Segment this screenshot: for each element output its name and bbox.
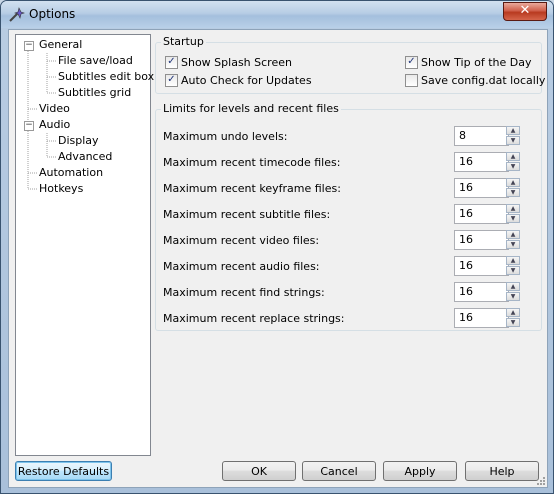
auto-check-updates-label: Auto Check for Updates <box>181 74 312 87</box>
spin-down-arrow-icon[interactable]: ▼ <box>506 188 520 197</box>
limits-group-title: Limits for levels and recent files <box>161 102 341 115</box>
apply-button[interactable]: Apply <box>383 461 457 481</box>
empty-checkbox-icon <box>405 73 418 87</box>
spin-up-arrow-icon[interactable]: ▲ <box>506 230 520 239</box>
show-tip-checkbox[interactable]: ✓ Show Tip of the Day <box>405 55 532 72</box>
spin-down-arrow-icon[interactable]: ▼ <box>506 162 520 171</box>
undo-levels-input[interactable]: 8 <box>454 126 509 146</box>
spin-up-arrow-icon[interactable]: ▲ <box>506 126 520 135</box>
spin-down-arrow-icon[interactable]: ▼ <box>506 266 520 275</box>
checkmark-icon: ✓ <box>405 55 418 69</box>
save-config-locally-checkbox[interactable]: Save config.dat locally <box>405 73 546 90</box>
spin-down-arrow-icon[interactable]: ▼ <box>506 318 520 327</box>
undo-levels-label: Maximum undo levels: <box>163 130 288 143</box>
tree-collapse-audio-icon[interactable]: − <box>24 121 34 131</box>
spin-down-arrow-icon[interactable]: ▼ <box>506 214 520 223</box>
spin-up-arrow-icon[interactable]: ▲ <box>506 308 520 317</box>
recent-audio-label: Maximum recent audio files: <box>163 260 320 273</box>
cancel-button[interactable]: Cancel <box>302 461 376 481</box>
recent-timecode-spinner[interactable]: 16 ▲ ▼ <box>454 152 522 172</box>
tree-item-video[interactable]: Video <box>39 101 70 117</box>
help-button[interactable]: Help <box>465 461 539 481</box>
spin-up-arrow-icon[interactable]: ▲ <box>506 152 520 161</box>
recent-replace-strings-label: Maximum recent replace strings: <box>163 312 345 325</box>
recent-subtitle-spinner[interactable]: 16 ▲ ▼ <box>454 204 522 224</box>
spin-down-arrow-icon[interactable]: ▼ <box>506 292 520 301</box>
ok-button[interactable]: OK <box>222 461 296 481</box>
spin-down-arrow-icon[interactable]: ▼ <box>506 240 520 249</box>
spin-down-arrow-icon[interactable]: ▼ <box>506 136 520 145</box>
spin-up-arrow-icon[interactable]: ▲ <box>506 178 520 187</box>
startup-group: Startup ✓ Show Splash Screen ✓ Auto Check … <box>155 35 546 94</box>
spin-up-arrow-icon[interactable]: ▲ <box>506 204 520 213</box>
title-bar[interactable]: Options ✕ <box>1 1 553 28</box>
recent-video-input[interactable]: 16 <box>454 230 509 250</box>
options-tree[interactable]: − General File save/load Subtitles edit … <box>15 34 154 456</box>
checkmark-icon: ✓ <box>165 55 178 69</box>
show-splash-label: Show Splash Screen <box>181 56 292 69</box>
tree-item-general[interactable]: General <box>39 37 82 53</box>
restore-defaults-button[interactable]: Restore Defaults <box>15 461 112 481</box>
recent-keyframe-input[interactable]: 16 <box>454 178 509 198</box>
recent-video-spinner[interactable]: 16 ▲ ▼ <box>454 230 522 250</box>
recent-replace-strings-input[interactable]: 16 <box>454 308 509 328</box>
resize-grip-icon[interactable] <box>535 475 545 485</box>
recent-keyframe-spinner[interactable]: 16 ▲ ▼ <box>454 178 522 198</box>
tree-item-audio[interactable]: Audio <box>39 117 70 133</box>
recent-replace-strings-spinner[interactable]: 16 ▲ ▼ <box>454 308 522 328</box>
options-window: Options ✕ − General File save/load Subti… <box>0 0 554 494</box>
spin-up-arrow-icon[interactable]: ▲ <box>506 282 520 291</box>
checkmark-icon: ✓ <box>165 73 178 87</box>
show-splash-checkbox[interactable]: ✓ Show Splash Screen <box>165 55 292 72</box>
tree-item-subtitles-edit-box[interactable]: Subtitles edit box <box>58 69 154 85</box>
tree-item-subtitles-grid[interactable]: Subtitles grid <box>58 85 131 101</box>
tree-item-hotkeys[interactable]: Hotkeys <box>39 181 83 197</box>
tree-collapse-general-icon[interactable]: − <box>24 41 34 51</box>
recent-audio-spinner[interactable]: 16 ▲ ▼ <box>454 256 522 276</box>
recent-find-strings-input[interactable]: 16 <box>454 282 509 302</box>
recent-subtitle-input[interactable]: 16 <box>454 204 509 224</box>
recent-audio-input[interactable]: 16 <box>454 256 509 276</box>
tree-item-file-save-load[interactable]: File save/load <box>58 53 133 69</box>
close-icon: ✕ <box>519 3 531 18</box>
recent-subtitle-label: Maximum recent subtitle files: <box>163 208 331 221</box>
tree-item-automation[interactable]: Automation <box>39 165 103 181</box>
recent-find-strings-spinner[interactable]: 16 ▲ ▼ <box>454 282 522 302</box>
auto-check-updates-checkbox[interactable]: ✓ Auto Check for Updates <box>165 73 312 90</box>
tree-item-advanced[interactable]: Advanced <box>58 149 112 165</box>
limits-group: Limits for levels and recent files Maxim… <box>155 102 542 331</box>
spin-up-arrow-icon[interactable]: ▲ <box>506 256 520 265</box>
dialog-client-area: − General File save/load Subtitles edit … <box>8 29 548 488</box>
save-config-locally-label: Save config.dat locally <box>421 74 546 87</box>
undo-levels-spinner[interactable]: 8 ▲ ▼ <box>454 126 522 146</box>
recent-find-strings-label: Maximum recent find strings: <box>163 286 325 299</box>
startup-group-title: Startup <box>161 35 206 48</box>
recent-keyframe-label: Maximum recent keyframe files: <box>163 182 341 195</box>
recent-timecode-input[interactable]: 16 <box>454 152 509 172</box>
close-button[interactable]: ✕ <box>503 2 547 21</box>
window-title: Options <box>29 7 76 21</box>
wand-app-icon <box>9 7 25 22</box>
show-tip-label: Show Tip of the Day <box>421 56 532 69</box>
recent-timecode-label: Maximum recent timecode files: <box>163 156 341 169</box>
recent-video-label: Maximum recent video files: <box>163 234 320 247</box>
tree-item-display[interactable]: Display <box>58 133 99 149</box>
